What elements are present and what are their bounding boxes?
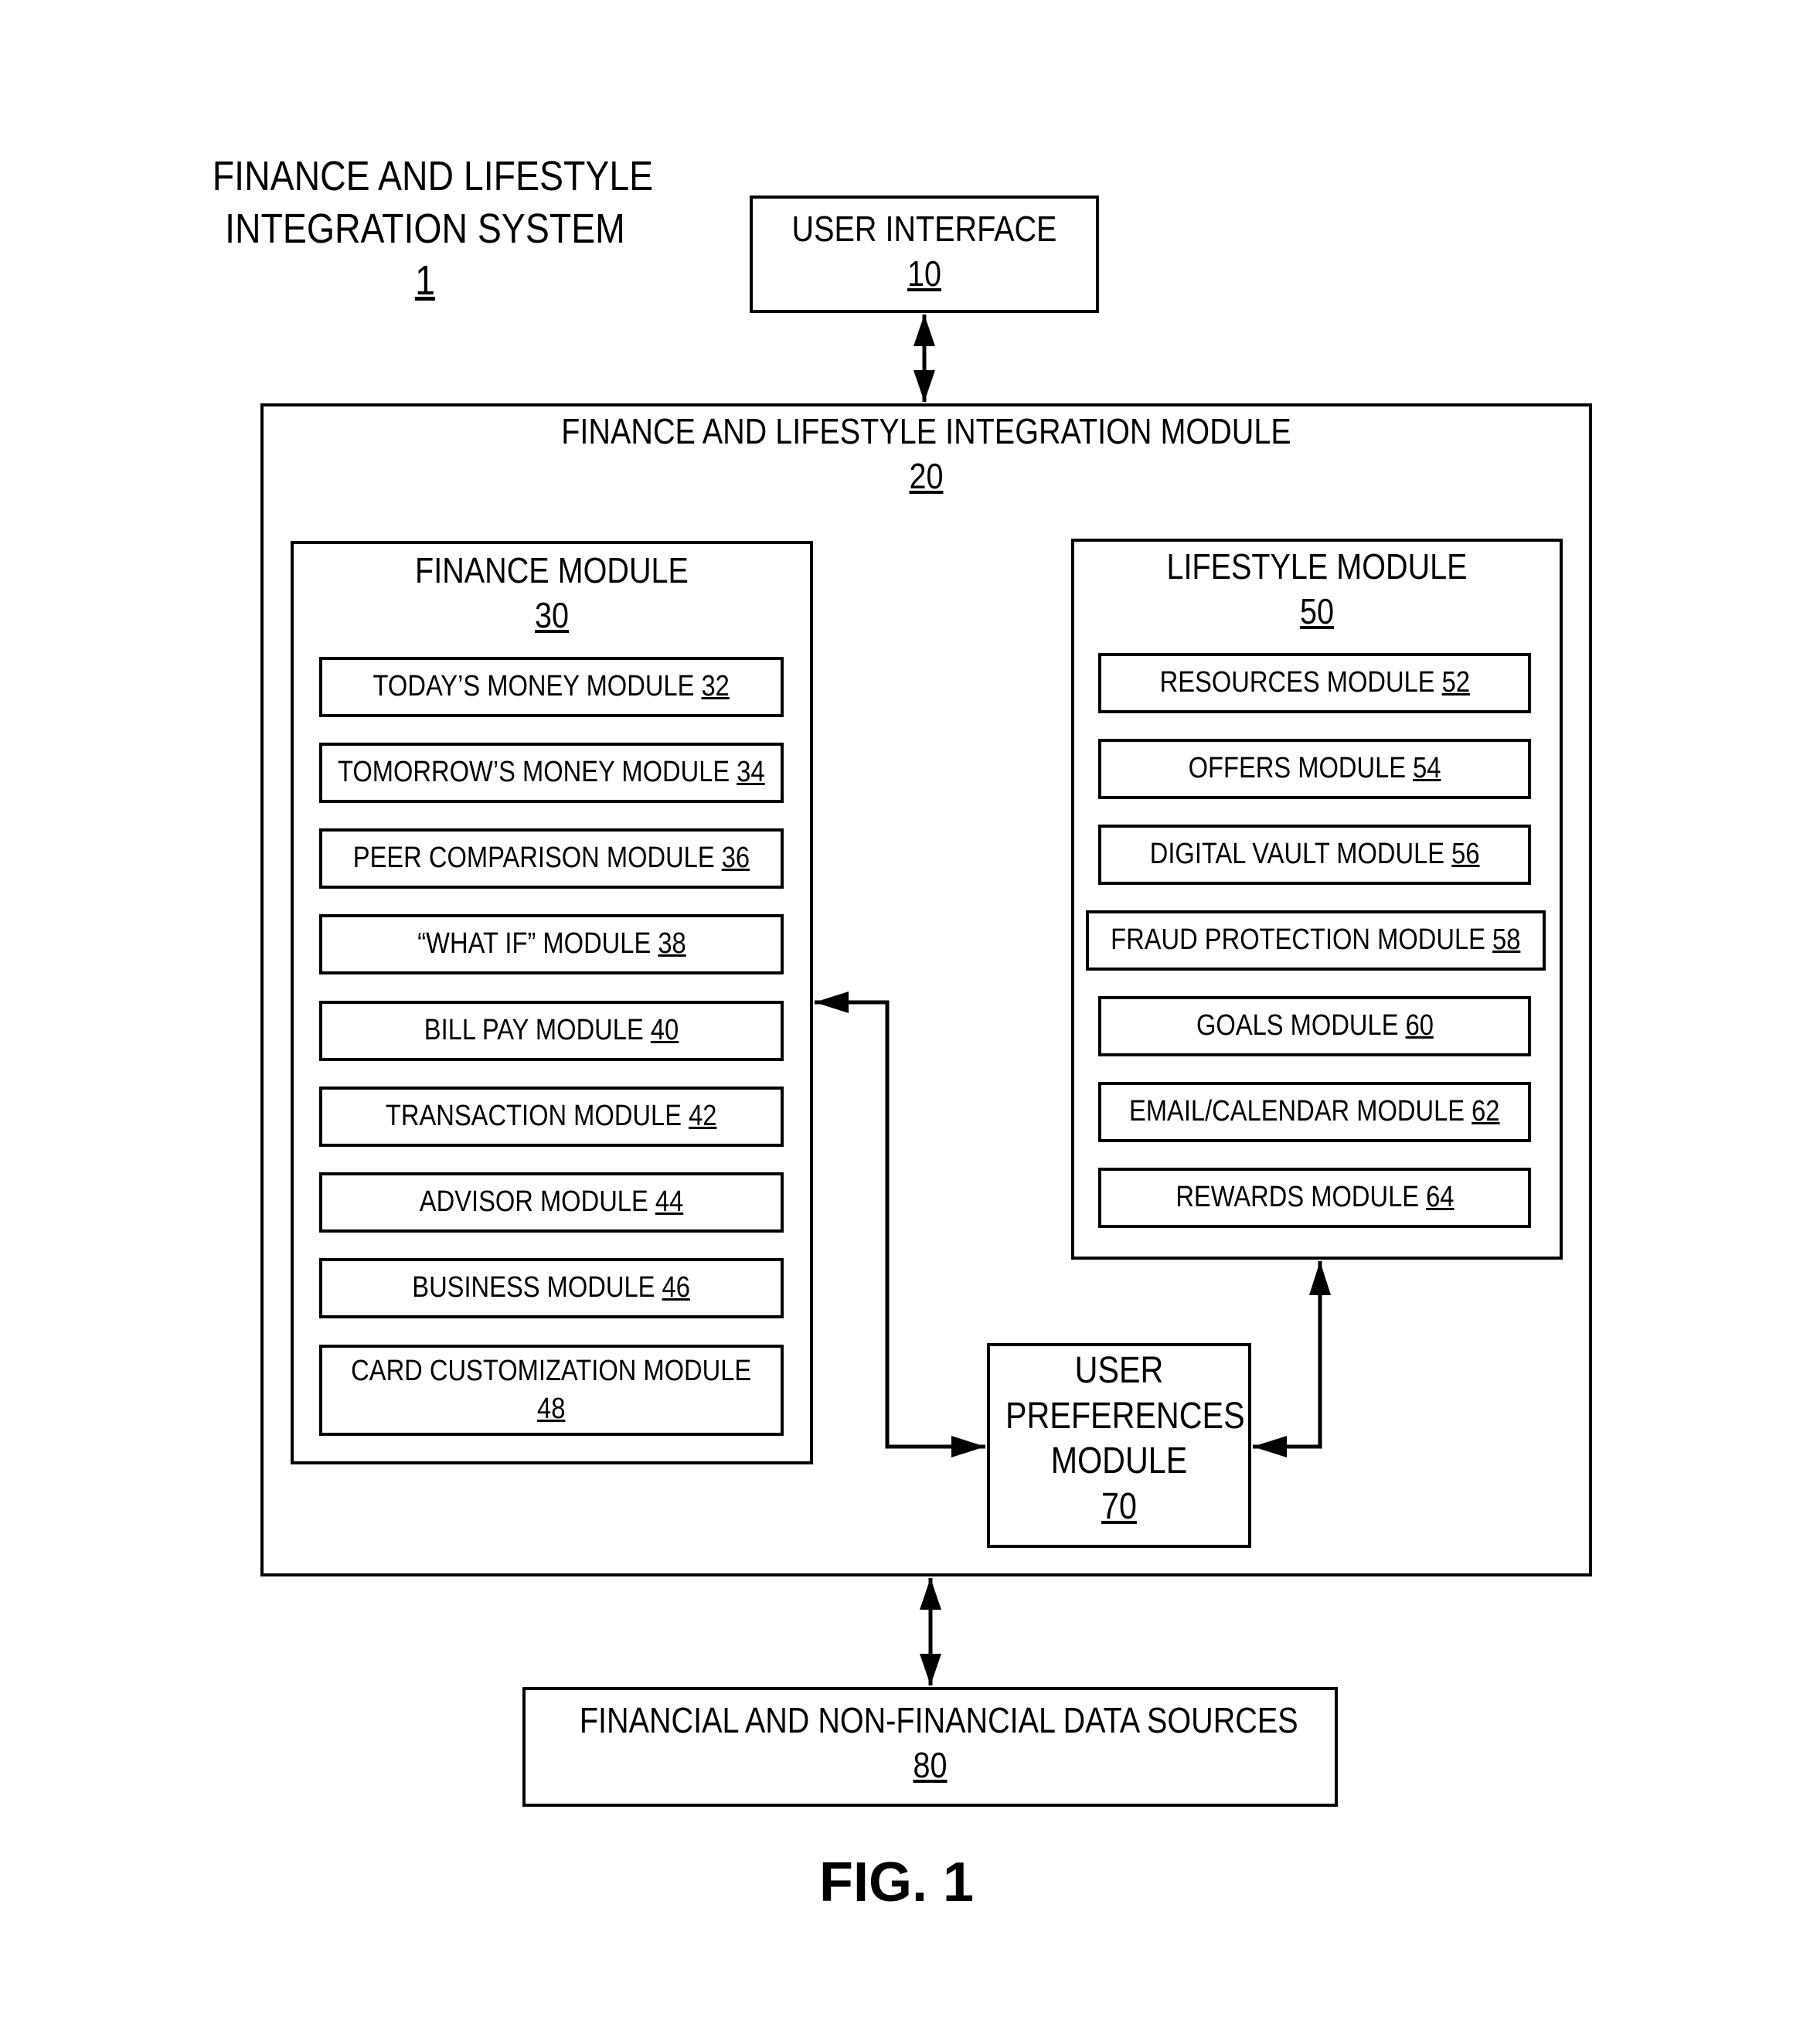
submodule-label: FRAUD PROTECTION MODULE xyxy=(1111,923,1486,957)
finance-submodule: CARD CUSTOMIZATION MODULE 48 xyxy=(319,1345,784,1436)
system-ref: 1 xyxy=(415,257,435,304)
system-title-line2: INTEGRATION SYSTEM xyxy=(225,205,625,252)
integration-module-ref: 20 xyxy=(909,455,944,496)
user-preferences-label: USER PREFERENCES MODULE 70 xyxy=(1005,1348,1245,1529)
finance-submodule: TOMORROW’S MONEY MODULE 34 xyxy=(319,743,784,803)
arrowhead-ds-down xyxy=(920,1654,941,1685)
finance-submodule: TRANSACTION MODULE 42 xyxy=(319,1087,784,1147)
lifestyle-submodule: GOALS MODULE 60 xyxy=(1098,996,1531,1056)
submodule-ref: 62 xyxy=(1471,1095,1500,1128)
lifestyle-module-text: LIFESTYLE MODULE xyxy=(1166,546,1468,587)
finance-submodule: BILL PAY MODULE 40 xyxy=(319,1001,784,1061)
submodule-label: RESOURCES MODULE xyxy=(1159,666,1435,699)
finance-submodule: ADVISOR MODULE 44 xyxy=(319,1172,784,1233)
finance-submodule: BUSINESS MODULE 46 xyxy=(319,1258,784,1318)
submodule-ref: 40 xyxy=(650,1014,679,1047)
submodule-label: GOALS MODULE xyxy=(1196,1009,1399,1042)
submodule-ref: 58 xyxy=(1492,923,1521,957)
submodule-ref: 38 xyxy=(657,927,686,961)
integration-module-label: FINANCE AND LIFESTYLE INTEGRATION MODULE… xyxy=(354,410,1499,498)
finance-submodule: PEER COMPARISON MODULE 36 xyxy=(319,828,784,889)
submodule-ref: 48 xyxy=(537,1393,566,1425)
lifestyle-submodule: RESOURCES MODULE 52 xyxy=(1098,653,1531,713)
user-interface-label: USER INTERFACE 10 xyxy=(774,207,1075,296)
submodule-label: REWARDS MODULE xyxy=(1175,1181,1419,1214)
user-interface-ref: 10 xyxy=(907,253,941,294)
submodule-ref: 34 xyxy=(737,756,765,789)
submodule-ref: 64 xyxy=(1425,1181,1454,1214)
integration-module-text: FINANCE AND LIFESTYLE INTEGRATION MODULE xyxy=(561,411,1291,451)
lifestyle-submodule: REWARDS MODULE 64 xyxy=(1098,1168,1531,1228)
data-sources-label: FINANCIAL AND NON-FINANCIAL DATA SOURCES… xyxy=(579,1699,1298,1787)
submodule-label: OFFERS MODULE xyxy=(1188,752,1406,785)
submodule-label: CARD CUSTOMIZATION MODULE xyxy=(351,1354,752,1387)
submodule-ref: 44 xyxy=(655,1185,684,1219)
lifestyle-submodule: EMAIL/CALENDAR MODULE 62 xyxy=(1098,1082,1531,1142)
data-sources-text: FINANCIAL AND NON-FINANCIAL DATA SOURCES xyxy=(579,1700,1298,1740)
system-title-line1: FINANCE AND LIFESTYLE xyxy=(212,153,654,199)
submodule-ref: 52 xyxy=(1441,666,1470,699)
lifestyle-module-box xyxy=(1071,539,1563,1260)
submodule-label: ADVISOR MODULE xyxy=(419,1185,648,1219)
lifestyle-submodule: FRAUD PROTECTION MODULE 58 xyxy=(1086,910,1546,971)
system-title: FINANCE AND LIFESTYLE INTEGRATION SYSTEM… xyxy=(212,151,654,308)
submodule-label: EMAIL/CALENDAR MODULE xyxy=(1129,1095,1465,1128)
user-preferences-line1: USER xyxy=(1074,1350,1164,1391)
lifestyle-submodule: OFFERS MODULE 54 xyxy=(1098,739,1531,799)
lifestyle-module-label: LIFESTYLE MODULE 50 xyxy=(1106,545,1529,634)
submodule-ref: 32 xyxy=(701,670,730,703)
submodule-label: TRANSACTION MODULE xyxy=(386,1100,682,1133)
submodule-ref: 36 xyxy=(721,842,750,875)
lifestyle-submodule: DIGITAL VAULT MODULE 56 xyxy=(1098,825,1531,885)
submodule-ref: 56 xyxy=(1451,838,1480,871)
submodule-ref: 46 xyxy=(662,1271,691,1304)
submodule-label: TOMORROW’S MONEY MODULE xyxy=(338,756,730,789)
finance-module-ref: 30 xyxy=(534,594,569,635)
submodule-ref: 60 xyxy=(1405,1009,1434,1042)
submodule-label: DIGITAL VAULT MODULE xyxy=(1149,838,1444,871)
lifestyle-module-ref: 50 xyxy=(1299,590,1334,631)
arrowhead-ui-down xyxy=(914,370,935,402)
submodule-ref: 42 xyxy=(689,1100,717,1133)
user-preferences-line2: PREFERENCES xyxy=(1005,1395,1245,1437)
submodule-label: BUSINESS MODULE xyxy=(412,1271,655,1304)
user-interface-text: USER INTERFACE xyxy=(791,209,1057,249)
submodule-ref: 54 xyxy=(1413,752,1441,785)
submodule-label: “WHAT IF” MODULE xyxy=(417,927,651,961)
finance-submodule: TODAY’S MONEY MODULE 32 xyxy=(319,657,784,717)
finance-module-text: FINANCE MODULE xyxy=(415,550,689,590)
submodule-label: TODAY’S MONEY MODULE xyxy=(373,670,695,703)
arrowhead-ds-up xyxy=(920,1578,941,1610)
arrowhead-ui-up xyxy=(914,315,935,346)
finance-module-label: FINANCE MODULE 30 xyxy=(327,549,776,638)
finance-submodule: “WHAT IF” MODULE 38 xyxy=(319,914,784,974)
data-sources-ref: 80 xyxy=(913,1744,948,1785)
user-preferences-ref: 70 xyxy=(1101,1485,1137,1527)
figure-label: FIG. 1 xyxy=(818,1852,975,1913)
user-preferences-line3: MODULE xyxy=(1050,1440,1188,1482)
submodule-label: PEER COMPARISON MODULE xyxy=(352,842,715,875)
submodule-label: BILL PAY MODULE xyxy=(424,1014,644,1047)
